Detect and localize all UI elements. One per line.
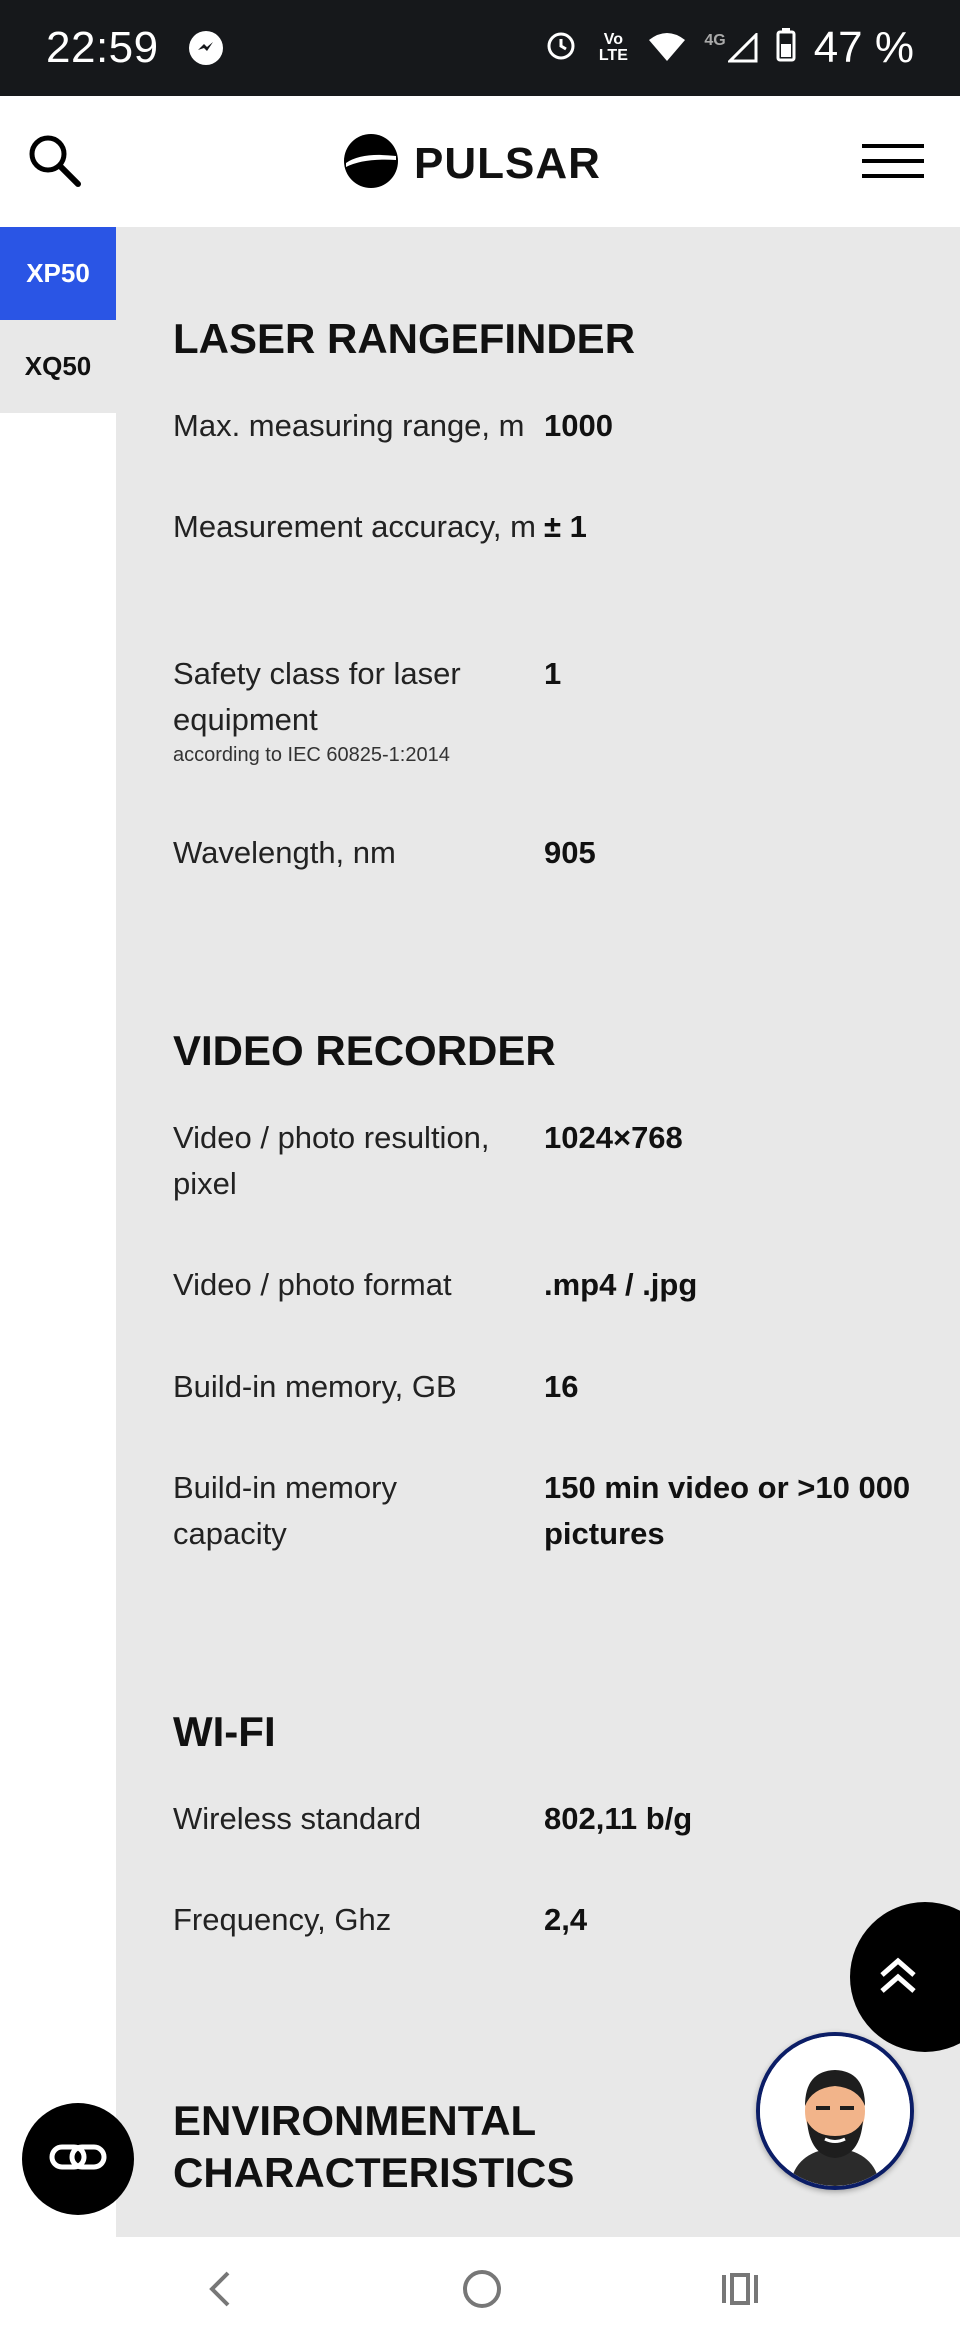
status-time: 22:59 xyxy=(46,23,159,72)
wifi-icon xyxy=(648,23,686,73)
site-header: PULSAR xyxy=(0,96,960,227)
spec-label: Wireless standard xyxy=(173,1801,422,1836)
double-chevron-up-icon xyxy=(876,1953,920,2002)
system-nav-bar xyxy=(0,2237,960,2347)
spec-value: 1024×768 xyxy=(544,1120,683,1155)
volte-indicator: Vo LTE xyxy=(598,31,628,64)
spec-label: Video / photo resultion, pixel xyxy=(173,1120,490,1201)
section-title-environmental-characteristics: ENVIRONMENTAL CHARACTERISTICS xyxy=(173,2097,575,2196)
tab-xq50[interactable]: XQ50 xyxy=(0,320,116,413)
network-type: 4G xyxy=(704,32,726,49)
spec-value: .mp4 / .jpg xyxy=(544,1267,698,1302)
spec-content: LASER RANGEFINDER Max. measuring range, … xyxy=(116,227,960,2237)
section-title-video-recorder: VIDEO RECORDER xyxy=(173,1027,556,1074)
spec-value: 16 xyxy=(544,1369,579,1404)
battery-icon xyxy=(776,23,796,73)
spec-label: Build-in memory capacity xyxy=(173,1470,397,1551)
brand-logo[interactable]: PULSAR xyxy=(342,132,601,195)
spec-value: ± 1 xyxy=(544,509,587,544)
status-icons: Vo LTE 4G 47 % xyxy=(544,23,914,73)
section-title-laser-rangefinder: LASER RANGEFINDER xyxy=(173,315,636,362)
hamburger-menu-icon[interactable] xyxy=(862,144,924,178)
spec-label: Wavelength, nm xyxy=(173,835,396,870)
spec-label: Measurement accuracy, m xyxy=(173,509,536,544)
home-nav-icon[interactable] xyxy=(458,2265,506,2318)
chat-link-icon xyxy=(48,2142,108,2177)
status-bar: 22:59 Vo LTE 4G 47 % xyxy=(0,0,960,96)
brand-name: PULSAR xyxy=(414,138,601,188)
back-nav-icon[interactable] xyxy=(200,2265,240,2318)
spec-note: according to IEC 60825-1:2014 xyxy=(173,744,450,766)
tab-xp50[interactable]: XP50 xyxy=(0,227,134,320)
support-avatar[interactable] xyxy=(756,2032,914,2190)
chat-button[interactable] xyxy=(22,2103,134,2215)
spec-label: Build-in memory, GB xyxy=(173,1369,457,1404)
spec-label: Video / photo format xyxy=(173,1267,452,1302)
spec-value: 905 xyxy=(544,835,596,870)
spec-label: Max. measuring range, m xyxy=(173,408,525,443)
search-icon[interactable] xyxy=(26,132,82,193)
model-tabs: XP50 XQ50 xyxy=(0,227,134,2237)
spec-label-with-note: Safety class for laser equipment accordi… xyxy=(173,651,543,767)
spec-label: Safety class for laser equipment xyxy=(173,656,461,737)
section-title-wifi: WI-FI xyxy=(173,1708,276,1755)
spec-value: 1000 xyxy=(544,408,613,443)
spec-label: Frequency, Ghz xyxy=(173,1902,392,1937)
cell-signal-icon: 4G xyxy=(704,32,758,63)
spec-value: 150 min video or ˃10 000 pictures xyxy=(544,1470,911,1551)
messenger-icon xyxy=(188,31,223,65)
spec-value: 802,11 b/g xyxy=(544,1801,693,1836)
battery-percent: 47 % xyxy=(813,23,914,72)
pulsar-logo-icon xyxy=(342,132,400,195)
spec-value: 1 xyxy=(544,656,562,691)
alarm-icon xyxy=(544,23,578,73)
recents-nav-icon[interactable] xyxy=(716,2265,764,2318)
